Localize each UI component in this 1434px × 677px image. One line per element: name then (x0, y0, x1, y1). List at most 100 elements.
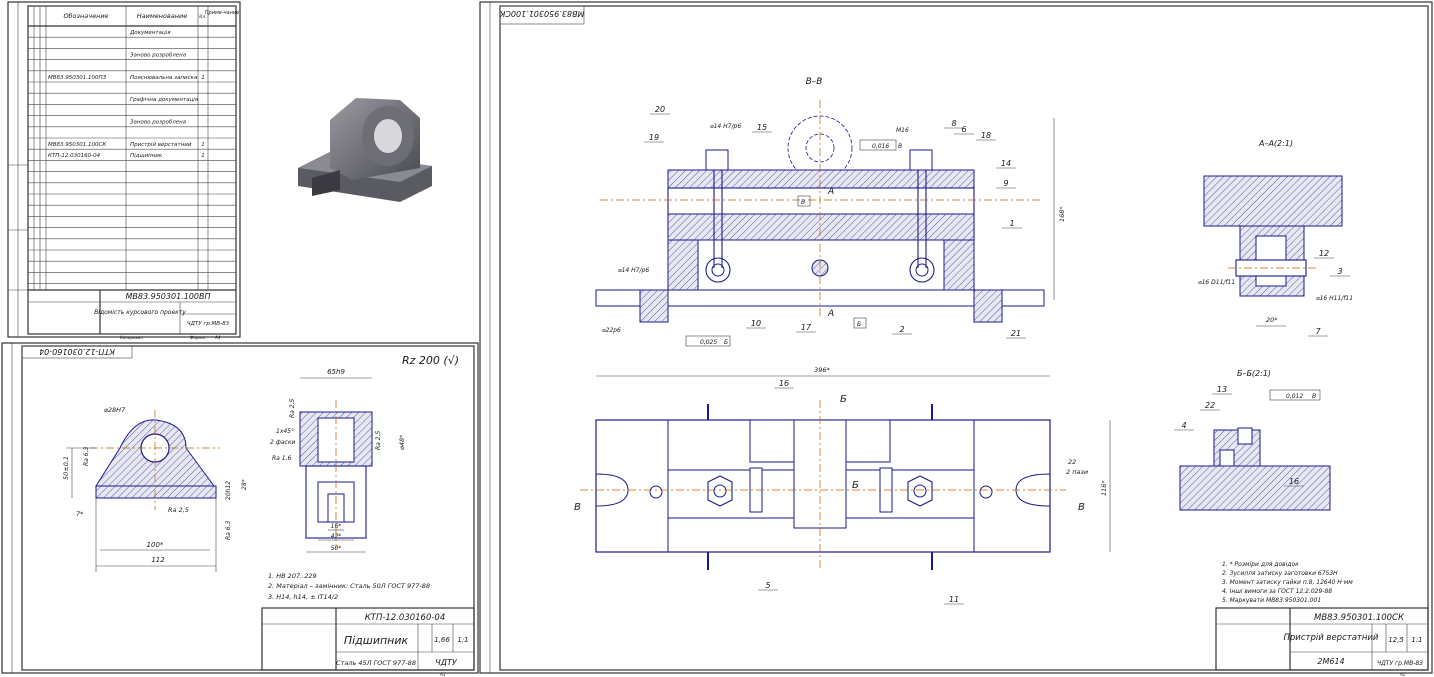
spec-row-name: Підшипник (130, 153, 163, 159)
callout-label: 7 (1315, 327, 1321, 336)
part-title-block: КТП-12.030160-04 Підшипник Сталь 45Л ГОС… (261, 607, 475, 677)
assembly-drawing: МВ83.950301.100СК В–В 168* ⌀14 H7/p6 ⌀14… (479, 1, 1433, 677)
fit-14b: ⌀14 H7/p6 (618, 267, 649, 274)
part-drawing: КТП-12.030160-04 Rz 200 (√) 112 100* 50±… (1, 342, 479, 677)
part-org: ЧДТУ (435, 658, 458, 667)
dim-20h12: 20h12 (225, 481, 232, 500)
dim-50: 50±0,1 (62, 456, 70, 480)
assembly-title-code: МВ83.950301.100СК (1314, 613, 1405, 623)
callout-label: 13 (1217, 385, 1227, 394)
slot-2paz: 2 пази (1066, 468, 1088, 476)
callout-label: 14 (1001, 159, 1011, 168)
dim-50-side: 50* (331, 545, 342, 552)
spec-row-designation: МВ83.950301.100СК (48, 142, 107, 148)
spec-row-name: Графічна документація (130, 97, 199, 103)
fit-16: ⌀16 H11/f11 (1316, 295, 1353, 302)
part-note-1: 1. НВ 207..229 (268, 572, 317, 580)
part-notes: 1. НВ 207..229 2. Матеріал – замінник: С… (268, 572, 430, 601)
section-aa: А–А(2:1) ⌀16 D11/f11 ⌀16 H11/f11 20* (1198, 139, 1353, 327)
callout-label: 8 (951, 119, 956, 128)
assembly-mass: 12,5 (1388, 636, 1404, 644)
spec-doc-name: Відомість курсового проекту (94, 309, 186, 316)
dim-chamfers: 2 фаски (270, 439, 295, 446)
tol-0012: 0,012 (1286, 393, 1303, 400)
fit-14: ⌀14 H7/p6 (710, 123, 741, 130)
header-designation: Обозначение (63, 12, 108, 20)
spec-row-qty: 1 (201, 142, 205, 148)
callout-label: 9 (1003, 179, 1008, 188)
tol-0016-base: В (898, 143, 902, 150)
callout-label: 19 (649, 133, 659, 142)
callout-label: 3 (1337, 267, 1342, 276)
tol-0025-base: Б (724, 339, 728, 346)
callout-label: 16 (779, 379, 789, 388)
spec-row-name: Документація (129, 30, 171, 36)
callout-label: 4 (1181, 421, 1186, 430)
part-stamp-rotated: КТП-12.030160-04 (39, 347, 115, 356)
section-vv-title: В–В (806, 77, 823, 87)
dim-16: 16* (331, 523, 342, 530)
part-name: Підшипник (344, 634, 409, 647)
callout-label: 18 (981, 131, 991, 140)
assembly-stamp-rotated: МВ83.950301.100СК (499, 9, 584, 18)
spec-row-qty: 1 (201, 153, 205, 159)
part-title-code: КТП-12.030160-04 (365, 613, 446, 623)
callout-label: 21 (1011, 329, 1021, 338)
tol-0012-base: В (1312, 393, 1316, 400)
dim-chamfer: 1x45° (276, 428, 294, 435)
assembly-scale: 1:1 (1411, 636, 1422, 644)
spec-row-name: Заново розроблена (130, 120, 187, 126)
top-view: 396* 116* 22 2 пази В В Б Б (574, 366, 1111, 570)
spec-org: ЧДТУ гр.МВ-83 (187, 321, 230, 327)
spec-row-qty: 1 (201, 75, 205, 81)
spec-format-value: А4 (214, 335, 221, 340)
thread-m16: M16 (896, 127, 909, 134)
dim-ra63: Ra 6,3 (83, 447, 90, 466)
assembly-notes: 1. * Розміри для довідок 2. Зусилля зати… (1222, 561, 1353, 604)
spec-copied: Копировал (120, 335, 143, 340)
fit-22: ⌀22p6 (602, 327, 621, 334)
spec-row-name: Заново розроблена (130, 52, 187, 58)
section-aa-title: А–А(2:1) (1258, 139, 1293, 148)
dim-116: 116* (1100, 480, 1108, 496)
assembly-name: Пристрій верстатний (1284, 633, 1379, 643)
spec-format-label: Формат (190, 335, 207, 340)
tol-0016: 0,016 (872, 143, 889, 150)
spec-rows: Документація Заново розроблена МВ83.950301… (28, 30, 236, 284)
header-name: Наименование (137, 12, 188, 20)
callout-label: 2 (899, 325, 904, 334)
dim-42: 42* (331, 533, 342, 540)
mark-b-mid: Б (852, 480, 859, 491)
dim-20: 20* (1266, 316, 1278, 324)
section-vv: В–В 168* ⌀14 H7/p6 ⌀14 H7/p6 ⌀22p6 M16 0… (595, 77, 1066, 347)
assembly-note-1: 1. * Розміри для довідок (1222, 561, 1299, 568)
tol-0025: 0,025 (700, 339, 717, 346)
part-roughness: Rz 200 (√) (402, 354, 459, 367)
section-bb: Б–Б(2:1) 0,012 В (1179, 369, 1331, 511)
dim-ra25-side: Ra 2,5 (289, 399, 296, 418)
dim-ra63-b: Ra 6,3 (225, 521, 232, 540)
assembly-machine: 2М614 (1317, 657, 1344, 666)
mark-v-right: В (1078, 502, 1085, 513)
spec-title-code: МВ83.950301.100ВП (126, 292, 211, 301)
base-v-box: В (801, 199, 805, 206)
assembly-note-2: 2. Зусилля затиску заготовки 6753Н (1222, 570, 1338, 577)
dim-ra25: Ra 2,5 (168, 506, 189, 514)
fit-16d: ⌀16 D11/f11 (1198, 279, 1235, 286)
dim-396: 396* (814, 366, 830, 374)
assembly-note-3: 3. Момент затиску гайки п.8, 12640 Н·мм (1222, 579, 1353, 586)
callout-label: 20 (655, 105, 665, 114)
callout-label: 12 (1319, 249, 1329, 258)
slot-22: 22 (1068, 458, 1076, 466)
dim-48: ⌀48* (398, 434, 406, 450)
part-note-2: 2. Матеріал – замінник: Сталь 50Л ГОСТ 9… (268, 582, 430, 590)
mark-b-top: Б (840, 394, 847, 405)
part-scale: 1:1 (457, 636, 468, 644)
spec-row-designation: МВ83.950301.100ПЗ (48, 75, 107, 81)
dim-ra16: Ra 1,6 (272, 455, 291, 462)
callout-label: 10 (751, 319, 761, 328)
spec-row-designation: КТП-12.030160-04 (48, 153, 101, 159)
dim-100: 100* (147, 541, 164, 549)
spec-row-name: Пристрій верстатний (130, 142, 192, 148)
section-bb-title: Б–Б(2:1) (1237, 369, 1271, 378)
